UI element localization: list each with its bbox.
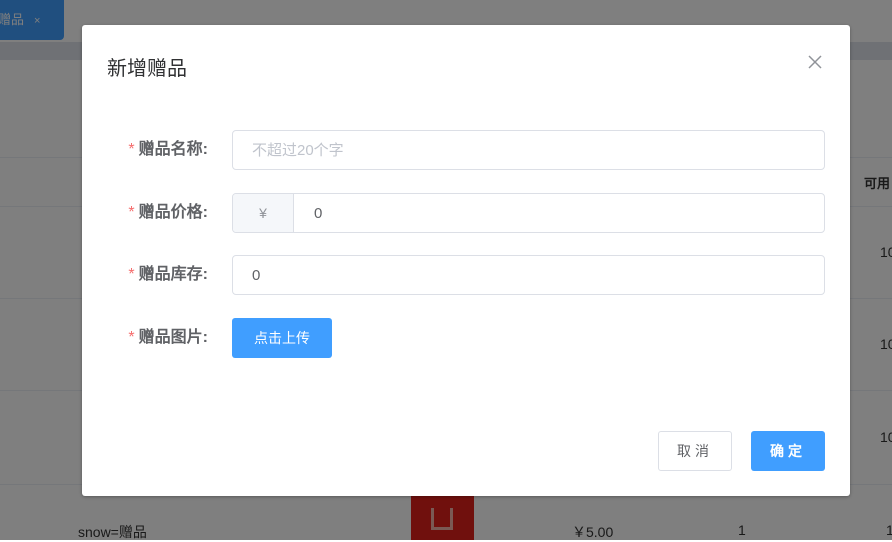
confirm-button[interactable]: 确定: [751, 431, 825, 471]
required-mark: *: [128, 204, 135, 221]
upload-button[interactable]: 点击上传: [232, 318, 332, 358]
gift-name-input[interactable]: [232, 130, 825, 170]
field-label-text: 赠品图片:: [138, 329, 208, 346]
gift-price-input-group: ¥: [232, 193, 825, 233]
form-row-name: * 赠品名称:: [82, 130, 850, 170]
gift-stock-input[interactable]: [232, 255, 825, 295]
required-mark: *: [128, 141, 135, 158]
field-label-stock: * 赠品库存:: [117, 255, 232, 295]
form-row-price: * 赠品价格: ¥: [82, 193, 850, 233]
form-row-stock: * 赠品库存:: [82, 255, 850, 295]
form-row-image: * 赠品图片: 点击上传: [82, 318, 850, 358]
field-label-image: * 赠品图片:: [117, 318, 232, 358]
close-icon[interactable]: [804, 51, 826, 73]
cancel-button[interactable]: 取消: [658, 431, 732, 471]
required-mark: *: [128, 329, 135, 346]
field-label-name: * 赠品名称:: [117, 130, 232, 170]
field-label-text: 赠品名称:: [138, 141, 208, 158]
field-label-text: 赠品库存:: [138, 266, 208, 283]
required-mark: *: [128, 266, 135, 283]
add-gift-dialog: 新增赠品 *赠品名称: *赠品价格: ¥ *赠品库存: *赠品图片: 点击上传: [82, 25, 850, 496]
dialog-title: 新增赠品: [107, 58, 187, 80]
field-label-price: * 赠品价格:: [117, 193, 232, 233]
currency-prefix: ¥: [233, 194, 294, 232]
field-label-text: 赠品价格:: [138, 204, 208, 221]
gift-price-input[interactable]: [294, 194, 824, 232]
